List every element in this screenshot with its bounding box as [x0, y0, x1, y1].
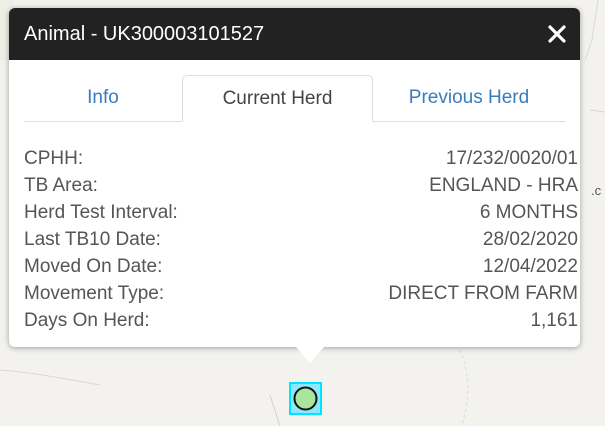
detail-label: Moved On Date: [24, 256, 163, 277]
detail-value: 28/02/2020 [482, 229, 578, 250]
close-icon [548, 25, 566, 43]
detail-value: 1,161 [530, 310, 578, 331]
popup-header: Animal - UK300003101527 [9, 8, 580, 60]
detail-value: ENGLAND - HRA [429, 175, 578, 196]
detail-row-moved-on-date: Moved On Date: 12/04/2022 [24, 253, 578, 280]
popup-pointer [296, 347, 324, 363]
tab-current-herd[interactable]: Current Herd [182, 75, 373, 122]
detail-label: Last TB10 Date: [24, 229, 161, 250]
animal-popup: Animal - UK300003101527 Info Current Her… [9, 8, 580, 363]
popup-title: Animal - UK300003101527 [24, 23, 265, 45]
detail-value: DIRECT FROM FARM [388, 283, 578, 304]
detail-row-days-on-herd: Days On Herd: 1,161 [24, 307, 578, 334]
herd-details: CPHH: 17/232/0020/01 TB Area: ENGLAND - … [24, 145, 578, 334]
detail-label: CPHH: [24, 148, 84, 169]
detail-label: Herd Test Interval: [24, 202, 178, 223]
detail-row-movement-type: Movement Type: DIRECT FROM FARM [24, 280, 578, 307]
detail-value: 17/232/0020/01 [445, 148, 578, 169]
detail-label: Days On Herd: [24, 310, 150, 331]
detail-row-last-tb10-date: Last TB10 Date: 28/02/2020 [24, 226, 578, 253]
detail-value: 6 MONTHS [479, 202, 578, 223]
detail-row-cphh: CPHH: 17/232/0020/01 [24, 145, 578, 172]
detail-label: TB Area: [24, 175, 98, 196]
detail-label: Movement Type: [24, 283, 165, 304]
tab-previous-herd[interactable]: Previous Herd [373, 75, 565, 121]
tab-info[interactable]: Info [24, 75, 182, 121]
detail-row-tb-area: TB Area: ENGLAND - HRA [24, 172, 578, 199]
circle-marker-icon [293, 386, 318, 411]
map-label: .c [591, 183, 602, 198]
close-button[interactable] [534, 8, 580, 60]
detail-row-herd-test-interval: Herd Test Interval: 6 MONTHS [24, 199, 578, 226]
popup-tabs: Info Current Herd Previous Herd [24, 75, 565, 122]
animal-location-marker[interactable] [289, 382, 322, 415]
detail-value: 12/04/2022 [482, 256, 578, 277]
